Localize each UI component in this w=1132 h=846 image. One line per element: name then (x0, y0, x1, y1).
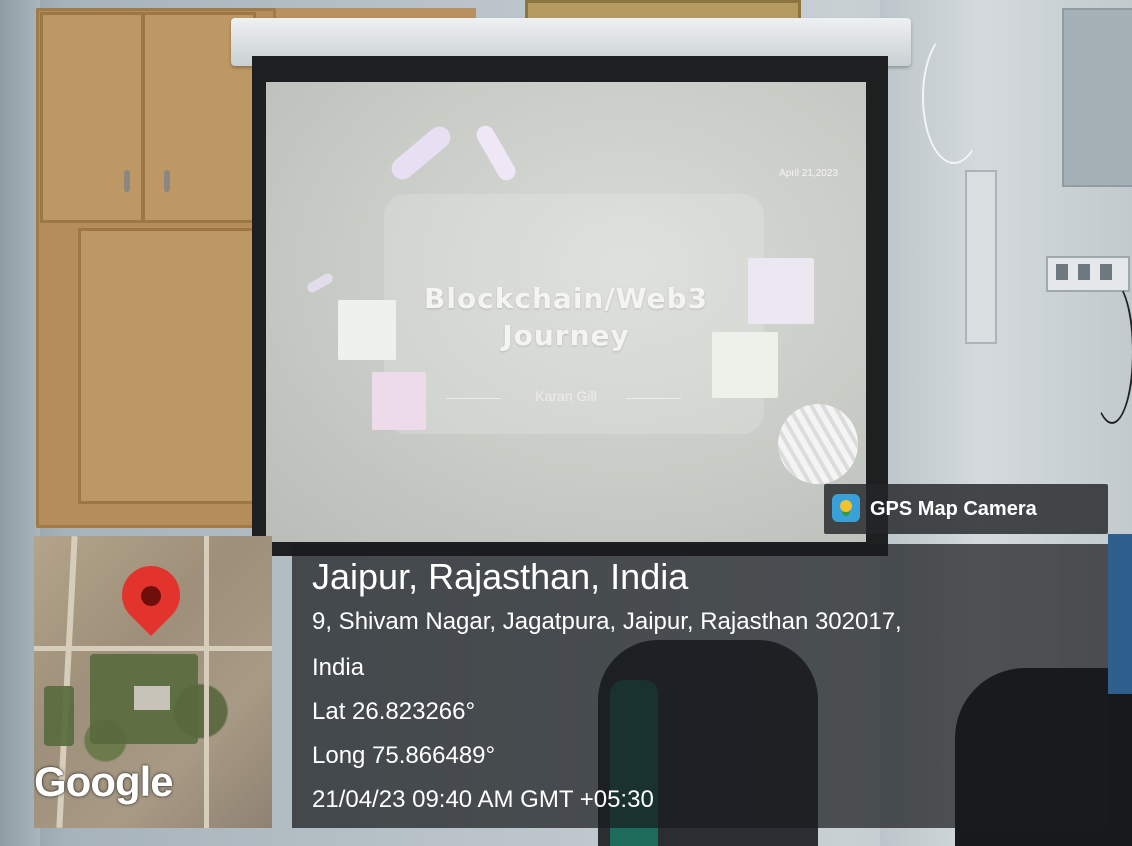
slide-decoration (778, 404, 858, 484)
map-pin-dot (141, 586, 161, 606)
map-road (34, 646, 272, 651)
photo-scene: April 21,2023 Blockchain/Web3 Journey Ka… (0, 0, 1132, 846)
projected-slide: April 21,2023 Blockchain/Web3 Journey Ka… (266, 82, 866, 542)
timestamp: 21/04/23 09:40 AM GMT +05:30 (312, 786, 654, 813)
longitude: Long 75.866489° (312, 742, 496, 769)
gps-app-name: GPS Map Camera (870, 498, 1037, 520)
slide-decoration (473, 122, 519, 184)
wall-box (1062, 8, 1132, 187)
black-cable (1090, 280, 1132, 424)
slide-title-line: Journey (502, 319, 630, 352)
slide-title-line: Blockchain/Web3 (424, 282, 708, 315)
slide-date: April 21,2023 (779, 168, 838, 179)
slide-title: Blockchain/Web3 Journey (266, 280, 866, 354)
gps-map-camera-logo-icon (832, 494, 860, 522)
cable (922, 30, 986, 164)
location-title: Jaipur, Rajasthan, India (312, 556, 689, 597)
cabinet-handle (164, 170, 170, 192)
blue-board (1108, 534, 1132, 694)
address-line: India (312, 654, 365, 681)
slide-divider (626, 398, 681, 399)
wall-board (965, 170, 997, 344)
map-building (134, 686, 170, 710)
map-thumbnail: Google (34, 536, 272, 828)
address-line: 9, Shivam Nagar, Jagatpura, Jaipur, Raja… (312, 608, 902, 635)
gps-map-camera-badge: GPS Map Camera (824, 484, 1108, 534)
cabinet-handle (124, 170, 130, 192)
slide-author: Karan Gill (535, 388, 597, 404)
slide-decoration (387, 122, 455, 184)
map-road (204, 536, 209, 828)
cabinet-door (78, 228, 274, 504)
location-info-panel: Jaipur, Rajasthan, India 9, Shivam Nagar… (292, 544, 1108, 828)
google-logo: Google (34, 758, 174, 805)
map-green-area (44, 686, 74, 746)
latitude: Lat 26.823266° (312, 698, 476, 725)
